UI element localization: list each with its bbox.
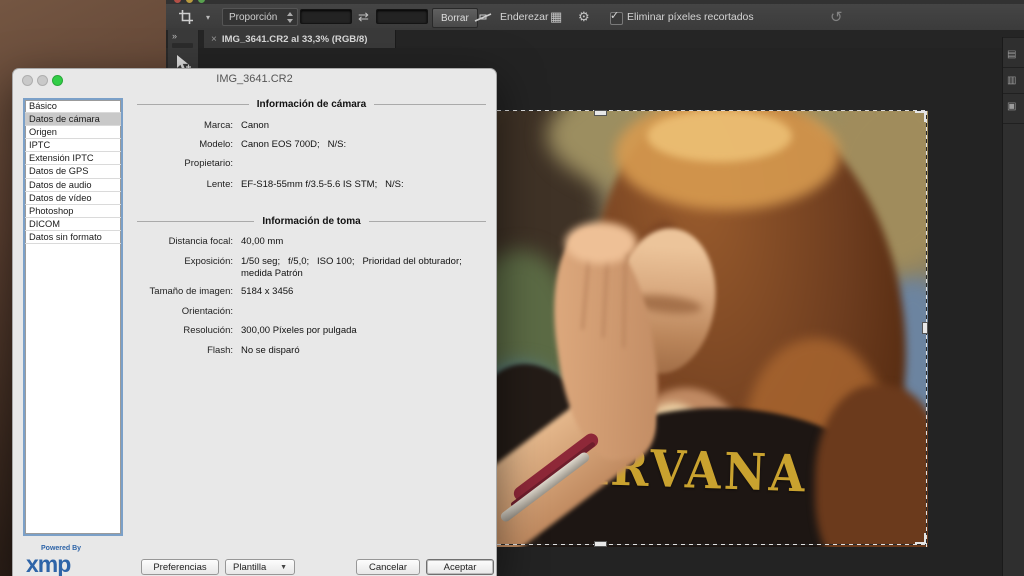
crop-handle-mid-right[interactable] (922, 322, 928, 334)
xmp-logo: xmp (26, 551, 70, 576)
sidebar-item-datos-de-camara[interactable]: Datos de cámara (25, 113, 121, 126)
crop-width-input[interactable] (300, 9, 352, 24)
sidebar-item-datos-sin-formato[interactable]: Datos sin formato (25, 231, 121, 244)
panel-dock: ▤ ▥ ▣ (1002, 37, 1024, 576)
crop-height-input[interactable] (376, 9, 428, 24)
preferences-button[interactable]: Preferencias (141, 559, 219, 575)
window-minimize-icon[interactable] (186, 0, 193, 3)
finger-highlight (565, 222, 637, 264)
crop-marching-ants-top (497, 110, 928, 111)
crop-handle-bottom-right[interactable] (915, 533, 926, 544)
dialog-title: IMG_3641.CR2 (13, 73, 496, 85)
window-close-icon[interactable] (174, 0, 181, 3)
layers-panel-icon[interactable]: ▣ (1007, 101, 1016, 112)
dropdown-caret-icon: ▼ (280, 564, 287, 571)
crop-options-bar: ▾ Proporción ⇄ Borrar Enderezar ▦ ⚙ ✓ El… (166, 4, 1024, 31)
crop-marching-ants-bottom (497, 544, 928, 545)
sidebar-item-photoshop[interactable]: Photoshop (25, 205, 121, 218)
clear-button[interactable]: Borrar (432, 8, 478, 28)
crop-handle-top-right[interactable] (915, 111, 926, 122)
sidebar-item-datos-de-gps[interactable]: Datos de GPS (25, 165, 121, 178)
tab-title: IMG_3641.CR2 al 33,3% (RGB/8) (222, 34, 368, 45)
collapse-panel-icon[interactable]: » (172, 31, 177, 41)
crop-settings-gear-icon[interactable]: ⚙ (578, 4, 590, 30)
photo-girl-nirvana[interactable]: ARVANA (497, 110, 928, 547)
reset-crop-icon[interactable]: ↺ (830, 4, 843, 30)
camera-info-heading: Información de cámara (137, 98, 486, 110)
sidebar-item-extension-iptc[interactable]: Extensión IPTC (25, 152, 121, 165)
overlay-grid-icon[interactable]: ▦ (550, 4, 562, 30)
hair-highlight-bright (647, 110, 792, 162)
checkmark-icon: ✓ (610, 9, 619, 22)
shot-info-heading: Información de toma (137, 215, 486, 227)
histogram-panel-icon[interactable]: ▤ (1007, 49, 1016, 60)
sidebar-item-dicom[interactable]: DICOM (25, 218, 121, 231)
document-tab-bar: × IMG_3641.CR2 al 33,3% (RGB/8) (166, 30, 1024, 48)
aspect-ratio-select[interactable]: Proporción (222, 8, 298, 26)
sidebar-item-datos-de-audio[interactable]: Datos de audio (25, 179, 121, 192)
sidebar-item-basico[interactable]: Básico (25, 100, 121, 113)
accept-button[interactable]: Aceptar (426, 559, 494, 575)
straighten-level-icon[interactable] (474, 4, 492, 30)
cancel-button[interactable]: Cancelar (356, 559, 420, 575)
sidebar-item-iptc[interactable]: IPTC (25, 139, 121, 152)
template-dropdown-button[interactable]: Plantilla ▼ (225, 559, 295, 575)
delete-cropped-pixels-label[interactable]: Eliminar píxeles recortados (627, 4, 754, 30)
aspect-ratio-value: Proporción (229, 12, 277, 23)
document-tab[interactable]: × IMG_3641.CR2 al 33,3% (RGB/8) (204, 30, 396, 48)
straighten-label[interactable]: Enderezar (500, 4, 548, 30)
delete-cropped-pixels-checkbox[interactable]: ✓ (610, 12, 623, 25)
crop-handle-top-center[interactable] (594, 110, 607, 116)
crop-tool-icon[interactable] (178, 4, 194, 30)
sidebar-item-datos-de-video[interactable]: Datos de vídeo (25, 192, 121, 205)
sidebar-item-origen[interactable]: Origen (25, 126, 121, 139)
window-zoom-icon[interactable] (198, 0, 205, 3)
tool-preset-caret-icon[interactable]: ▾ (206, 4, 210, 30)
swap-dimensions-icon[interactable]: ⇄ (358, 4, 369, 30)
crop-handle-bottom-center[interactable] (594, 541, 607, 547)
stepper-icon[interactable] (286, 11, 294, 24)
tab-close-icon[interactable]: × (211, 34, 217, 45)
file-info-dialog: IMG_3641.CR2 Básico Datos de cámara Orig… (12, 68, 497, 576)
metadata-category-list: Básico Datos de cámara Origen IPTC Exten… (23, 98, 123, 536)
properties-panel-icon[interactable]: ▥ (1007, 75, 1016, 86)
panel-grip[interactable] (172, 43, 193, 48)
screen: ▾ Proporción ⇄ Borrar Enderezar ▦ ⚙ ✓ El… (0, 0, 1024, 576)
